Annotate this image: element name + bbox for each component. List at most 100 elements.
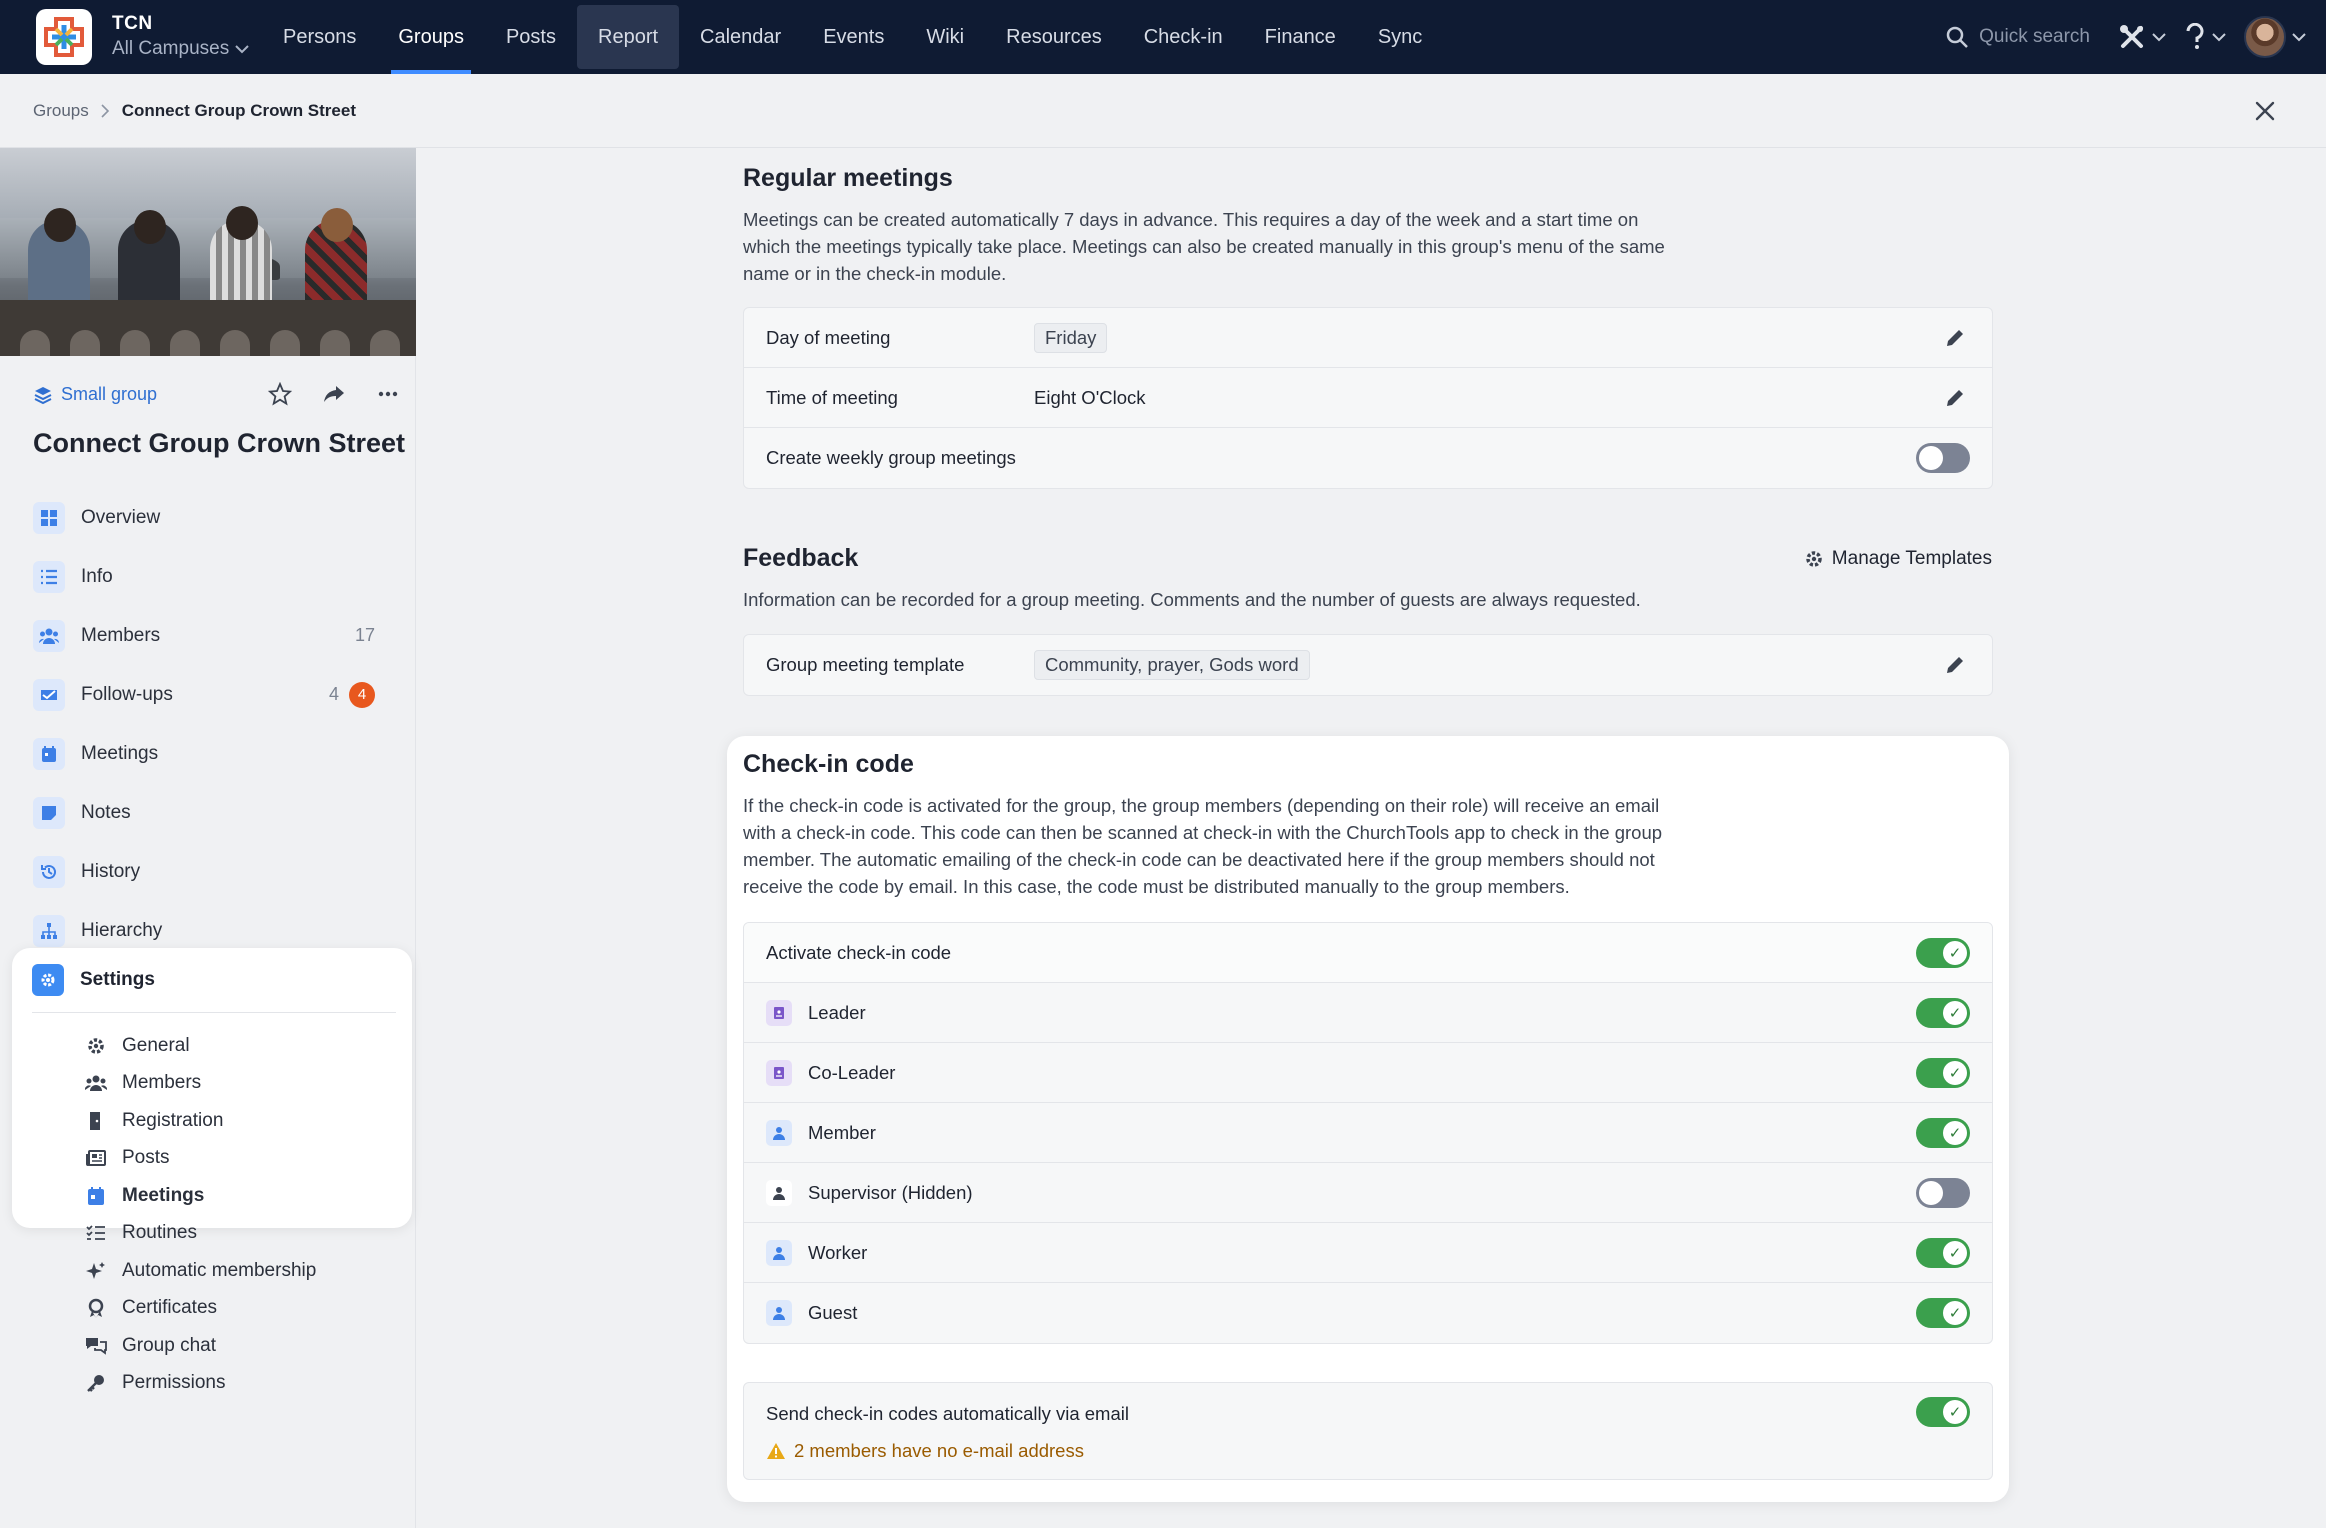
- settings-item-registration[interactable]: Registration: [84, 1102, 404, 1140]
- settings-item-routines[interactable]: Routines: [84, 1215, 404, 1253]
- hierarchy-icon: [33, 914, 65, 947]
- group-type-link[interactable]: Small group: [33, 384, 157, 405]
- settings-item-general[interactable]: General: [84, 1027, 404, 1065]
- role-label: Leader: [808, 1001, 866, 1023]
- sidebar-item-overview[interactable]: Overview: [33, 488, 393, 547]
- manage-templates-button[interactable]: Manage Templates: [1804, 548, 1992, 570]
- settings-item-group-chat[interactable]: Group chat: [84, 1327, 404, 1365]
- settings-label: Settings: [80, 969, 155, 990]
- weekly-meetings-row: Create weekly group meetings: [744, 428, 1992, 488]
- pencil-icon[interactable]: [1944, 327, 1966, 349]
- role-label: Co-Leader: [808, 1061, 896, 1083]
- nav-calendar[interactable]: Calendar: [679, 0, 802, 74]
- leader-toggle[interactable]: ✓: [1916, 997, 1970, 1028]
- guest-toggle[interactable]: ✓: [1916, 1298, 1970, 1328]
- campus-selector[interactable]: All Campuses: [112, 38, 249, 60]
- newspaper-icon: [84, 1146, 108, 1170]
- pencil-icon[interactable]: [1944, 654, 1966, 676]
- time-of-meeting-value: Eight O'Clock: [1034, 386, 1146, 408]
- activate-checkin-row: Activate check-in code ✓: [744, 923, 1992, 983]
- divider: [32, 1012, 396, 1013]
- day-of-meeting-row[interactable]: Day of meeting Friday: [744, 308, 1992, 368]
- settings-item-posts[interactable]: Posts: [84, 1140, 404, 1178]
- meeting-template-label: Group meeting template: [766, 654, 965, 675]
- help-menu[interactable]: [2184, 23, 2226, 51]
- star-icon[interactable]: [268, 382, 292, 406]
- nav-events[interactable]: Events: [802, 0, 905, 74]
- feedback-table: Group meeting template Community, prayer…: [743, 634, 1993, 696]
- nav-persons[interactable]: Persons: [262, 0, 377, 74]
- nav-right-tools: Quick search: [1945, 0, 2306, 74]
- sidebar-item-notes[interactable]: Notes: [33, 783, 393, 842]
- share-icon[interactable]: [322, 382, 346, 406]
- settings-item-members[interactable]: Members: [84, 1065, 404, 1103]
- followup-icon: [33, 678, 65, 711]
- worker-toggle[interactable]: ✓: [1916, 1237, 1970, 1268]
- follow-ups-badge: 4: [349, 681, 375, 708]
- email-warning: 2 members have no e-mail address: [766, 1440, 1084, 1462]
- checklist-icon: [84, 1221, 108, 1245]
- user-menu[interactable]: [2244, 16, 2306, 58]
- calendar-icon: [84, 1184, 108, 1208]
- time-of-meeting-row[interactable]: Time of meeting Eight O'Clock: [744, 368, 1992, 428]
- checkin-code-card: Check-in code If the check-in code is ac…: [727, 736, 2009, 1502]
- layers-icon: [34, 386, 52, 404]
- email-codes-toggle[interactable]: ✓: [1916, 1397, 1970, 1427]
- sidebar-item-settings[interactable]: Settings: [32, 964, 155, 996]
- list-icon: [33, 560, 65, 593]
- settings-item-label: Group chat: [122, 1334, 216, 1356]
- nav-posts[interactable]: Posts: [485, 0, 577, 74]
- supervisor-toggle[interactable]: [1916, 1177, 1970, 1208]
- chevron-down-icon: [2152, 33, 2166, 42]
- nav-resources[interactable]: Resources: [985, 0, 1123, 74]
- settings-item-label: Certificates: [122, 1297, 218, 1319]
- org-switcher[interactable]: TCN All Campuses: [112, 13, 249, 60]
- quick-search[interactable]: Quick search: [1945, 25, 2090, 49]
- settings-item-label: Automatic membership: [122, 1259, 317, 1281]
- members-count: 17: [354, 625, 375, 645]
- more-icon[interactable]: [376, 382, 400, 406]
- sidebar-item-follow-ups[interactable]: Follow-ups 4 4: [33, 665, 393, 724]
- sidebar-item-meetings[interactable]: Meetings: [33, 724, 393, 783]
- gear-icon: [1806, 551, 1822, 567]
- tools-menu[interactable]: [2118, 23, 2166, 51]
- certificate-icon: [84, 1296, 108, 1320]
- sidebar-item-members[interactable]: Members 17: [33, 606, 393, 665]
- meeting-template-row[interactable]: Group meeting template Community, prayer…: [744, 635, 1992, 695]
- org-name: TCN: [112, 13, 153, 34]
- email-codes-box: Send check-in codes automatically via em…: [743, 1382, 1993, 1480]
- sidebar-item-label: Notes: [81, 801, 131, 823]
- main-nav: Persons Groups Posts Report Calendar Eve…: [262, 0, 1443, 74]
- nav-check-in[interactable]: Check-in: [1123, 0, 1244, 74]
- nav-wiki[interactable]: Wiki: [905, 0, 985, 74]
- chevron-right-icon: [101, 104, 109, 118]
- co-leader-toggle[interactable]: ✓: [1916, 1057, 1970, 1088]
- sidebar-item-info[interactable]: Info: [33, 547, 393, 606]
- sidebar-item-history[interactable]: History: [33, 842, 393, 901]
- nav-groups[interactable]: Groups: [377, 0, 485, 74]
- role-label: Guest: [808, 1302, 858, 1323]
- users-icon: [33, 619, 65, 652]
- settings-item-automatic-membership[interactable]: Automatic membership: [84, 1252, 404, 1290]
- settings-item-permissions[interactable]: Permissions: [84, 1365, 404, 1403]
- settings-item-certificates[interactable]: Certificates: [84, 1290, 404, 1328]
- nav-finance[interactable]: Finance: [1244, 0, 1357, 74]
- app-logo[interactable]: [36, 9, 92, 65]
- nav-report[interactable]: Report: [577, 5, 680, 69]
- close-icon[interactable]: [2250, 96, 2280, 126]
- sidebar-item-label: Info: [81, 565, 113, 587]
- group-cover-image: [0, 148, 416, 356]
- breadcrumb-groups[interactable]: Groups: [33, 101, 89, 121]
- pencil-icon[interactable]: [1944, 387, 1966, 409]
- sidebar-item-label: Follow-ups: [81, 683, 173, 705]
- group-title: Connect Group Crown Street: [33, 428, 406, 458]
- member-toggle[interactable]: ✓: [1916, 1117, 1970, 1148]
- settings-item-label: General: [122, 1034, 190, 1056]
- feedback-title: Feedback: [743, 544, 859, 572]
- sidebar-item-label: History: [81, 860, 141, 882]
- settings-item-meetings[interactable]: Meetings: [74, 1177, 404, 1215]
- nav-sync[interactable]: Sync: [1357, 0, 1443, 74]
- gear-icon: [32, 964, 64, 996]
- activate-checkin-toggle[interactable]: ✓: [1916, 937, 1970, 968]
- weekly-meetings-toggle[interactable]: [1916, 443, 1970, 473]
